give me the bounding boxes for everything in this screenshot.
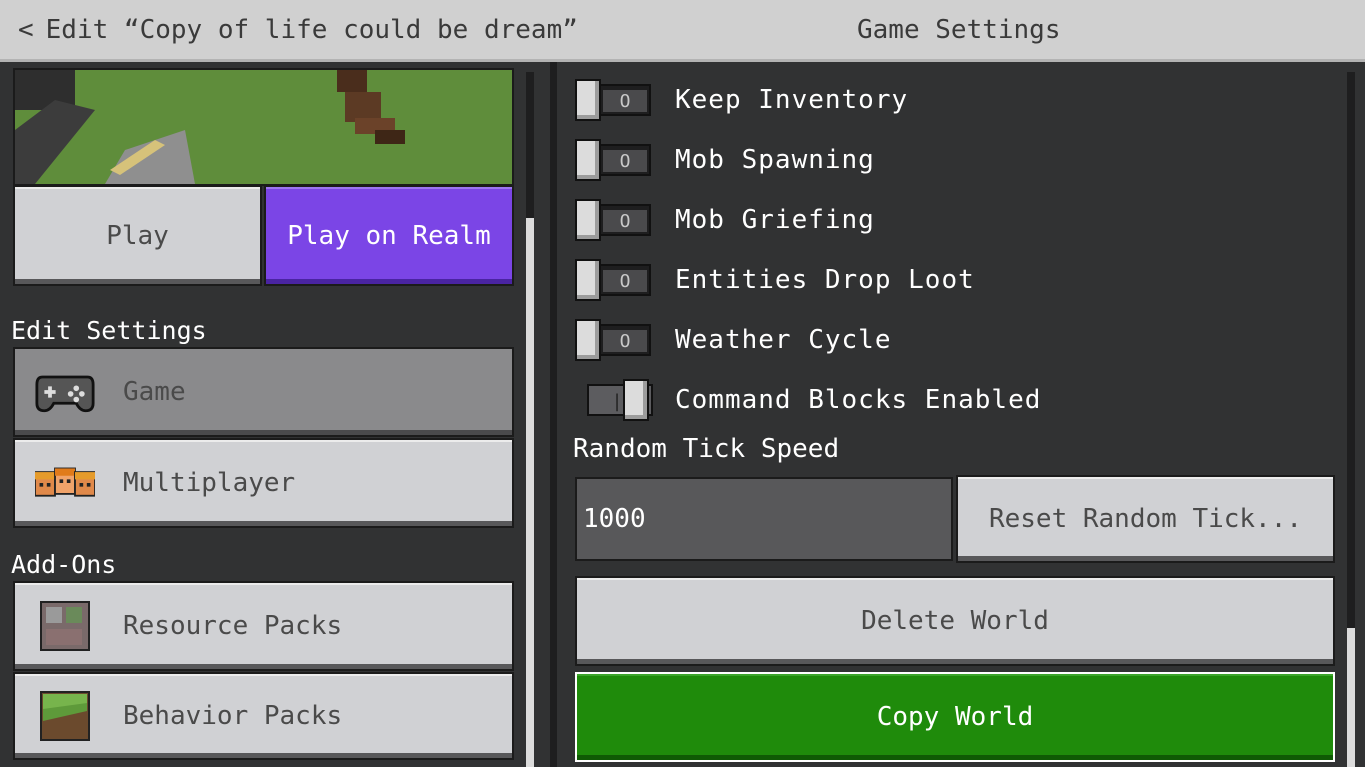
keep-inventory-toggle[interactable]: O bbox=[575, 79, 651, 121]
edit-settings-heading: Edit Settings bbox=[11, 316, 207, 345]
delete-world-button[interactable]: Delete World bbox=[575, 576, 1335, 666]
reset-random-tick-label: Reset Random Tick... bbox=[988, 504, 1303, 534]
toggle-row-mob-griefing: O Mob Griefing bbox=[575, 190, 875, 250]
nav-item-behavior-packs[interactable]: Behavior Packs bbox=[13, 672, 514, 760]
chevron-left-icon: < bbox=[18, 15, 34, 45]
addons-heading: Add-Ons bbox=[11, 550, 117, 579]
play-on-realm-button[interactable]: Play on Realm bbox=[264, 185, 514, 286]
nav-item-label: Multiplayer bbox=[123, 468, 296, 498]
copy-world-label: Copy World bbox=[876, 702, 1034, 732]
nav-item-game[interactable]: Game bbox=[13, 347, 514, 437]
mob-griefing-toggle[interactable]: O bbox=[575, 199, 651, 241]
mob-spawning-toggle[interactable]: O bbox=[575, 139, 651, 181]
behavior-pack-icon bbox=[35, 691, 95, 741]
nav-item-label: Game bbox=[123, 377, 186, 407]
toggle-off-icon: O bbox=[603, 90, 647, 112]
back-button[interactable]: < Edit “Copy of life could be dream” bbox=[18, 10, 578, 50]
players-icon bbox=[35, 459, 95, 507]
toggle-off-icon: O bbox=[603, 210, 647, 232]
resource-pack-icon bbox=[35, 601, 95, 651]
right-panel: O Keep Inventory O Mob Spawning O Mob Gr… bbox=[557, 62, 1365, 767]
weather-cycle-toggle[interactable]: O bbox=[575, 319, 651, 361]
page-title: Game Settings bbox=[857, 15, 1061, 45]
toggle-row-keep-inventory: O Keep Inventory bbox=[575, 70, 908, 130]
toggle-off-icon: O bbox=[603, 330, 647, 352]
toggle-row-weather-cycle: O Weather Cycle bbox=[575, 310, 892, 370]
panel-divider bbox=[550, 62, 557, 767]
nav-item-label: Behavior Packs bbox=[123, 701, 343, 731]
play-on-realm-label: Play on Realm bbox=[287, 220, 491, 251]
command-blocks-toggle[interactable]: | bbox=[575, 379, 653, 421]
left-panel: Play Play on Realm Edit Settings Game Mu… bbox=[0, 62, 550, 767]
toggle-row-command-blocks: | Command Blocks Enabled bbox=[575, 370, 1041, 430]
gamepad-icon bbox=[35, 368, 95, 416]
toggle-label: Mob Griefing bbox=[675, 205, 875, 235]
play-button[interactable]: Play bbox=[13, 185, 262, 286]
left-scrollbar-thumb[interactable] bbox=[526, 218, 534, 767]
toggle-label: Command Blocks Enabled bbox=[675, 385, 1042, 415]
random-tick-speed-input[interactable] bbox=[575, 477, 953, 561]
nav-item-resource-packs[interactable]: Resource Packs bbox=[13, 581, 514, 671]
copy-world-button[interactable]: Copy World bbox=[575, 672, 1335, 762]
toggle-off-icon: O bbox=[603, 270, 647, 292]
play-button-label: Play bbox=[106, 220, 169, 251]
delete-world-label: Delete World bbox=[861, 606, 1049, 636]
nav-item-multiplayer[interactable]: Multiplayer bbox=[13, 438, 514, 528]
world-thumbnail bbox=[13, 68, 514, 186]
toggle-label: Entities Drop Loot bbox=[675, 265, 975, 295]
title-bar: < Edit “Copy of life could be dream” Gam… bbox=[0, 0, 1365, 62]
random-tick-speed-label: Random Tick Speed bbox=[573, 434, 840, 464]
right-scrollbar-thumb[interactable] bbox=[1347, 628, 1355, 767]
entities-drop-loot-toggle[interactable]: O bbox=[575, 259, 651, 301]
toggle-label: Weather Cycle bbox=[675, 325, 892, 355]
toggle-row-entities-drop-loot: O Entities Drop Loot bbox=[575, 250, 975, 310]
toggle-label: Keep Inventory bbox=[675, 85, 909, 115]
reset-random-tick-button[interactable]: Reset Random Tick... bbox=[956, 475, 1335, 563]
toggle-off-icon: O bbox=[603, 150, 647, 172]
toggle-row-mob-spawning: O Mob Spawning bbox=[575, 130, 875, 190]
back-button-label: Edit “Copy of life could be dream” bbox=[45, 15, 578, 45]
nav-item-label: Resource Packs bbox=[123, 611, 343, 641]
toggle-label: Mob Spawning bbox=[675, 145, 875, 175]
